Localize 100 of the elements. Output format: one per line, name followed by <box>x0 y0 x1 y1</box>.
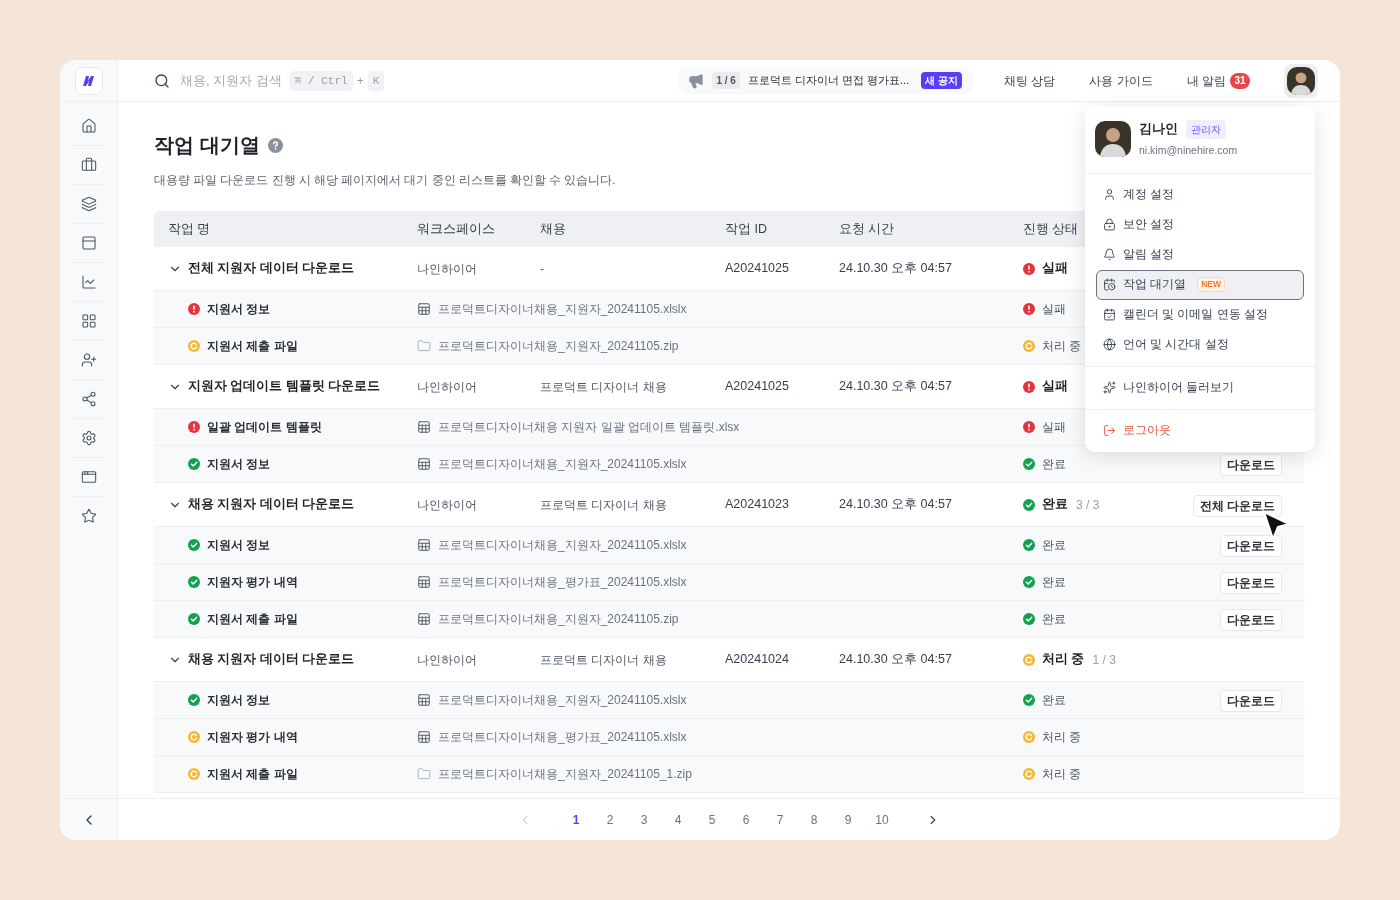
user-icon <box>1103 188 1116 202</box>
menu-item[interactable]: 언어 및 시간대 설정 <box>1096 329 1304 360</box>
column-header: 진행 상태 <box>1023 220 1079 238</box>
avatar <box>1095 121 1131 158</box>
sparkles-icon <box>1103 381 1116 395</box>
menu-item[interactable]: 보안 설정 <box>1096 209 1304 240</box>
table-cell-text: 프로덕트 디자이너 채용 <box>540 378 668 396</box>
file-name: 프로덕트디자이너채용_지원자_20241105.zip <box>438 611 679 629</box>
shortcut-joiner: + <box>356 72 364 90</box>
page-button[interactable]: 5 <box>702 810 722 829</box>
table-cell-text: 24.10.30 오후 04:57 <box>839 260 953 278</box>
table-cell-text: 프로덕트 디자이너 채용 <box>540 496 668 514</box>
nav-link[interactable]: 내 알림 31 <box>1186 71 1250 90</box>
menu-item[interactable]: 계정 설정 <box>1096 179 1304 210</box>
globe-icon <box>1103 338 1116 352</box>
status-label: 처리 중 <box>1042 729 1082 747</box>
window-icon <box>80 469 97 485</box>
app-logo[interactable] <box>74 66 103 95</box>
status-label: 실패 <box>1042 301 1066 319</box>
status-label: 완료 <box>1042 611 1066 629</box>
page-button[interactable]: 6 <box>736 810 756 829</box>
file-name: 프로덕트디자이너채용_평가표_20241105.xlslx <box>438 729 687 747</box>
lock-icon <box>1103 218 1116 232</box>
menu-item[interactable]: 로그아웃 <box>1096 415 1304 446</box>
page-button[interactable]: 10 <box>872 810 892 829</box>
status-label: 완료 <box>1042 537 1066 555</box>
file-task-name: 지원서 제출 파일 <box>207 338 298 356</box>
column-header: 작업 명 <box>168 220 211 238</box>
file-name: 프로덕트디자이너채용_지원자_20241105.zip <box>438 338 679 356</box>
table-cell-text: A20241025 <box>725 378 790 396</box>
status-label: 완료 <box>1042 574 1066 592</box>
notice-bar[interactable]: 1 / 6 프로덕트 디자이너 면접 평가표... 새 공지 <box>678 67 972 94</box>
shortcut-key: ⌘ / Ctrl <box>289 70 353 91</box>
page-button[interactable]: 2 <box>600 810 620 829</box>
download-button[interactable]: 다운로드 <box>1220 535 1282 558</box>
page-button[interactable]: 1 <box>566 810 586 829</box>
status-label: 처리 중 <box>1042 651 1085 669</box>
table-cell-text: 프로덕트 디자이너 채용 <box>540 651 668 669</box>
page-button[interactable]: 7 <box>770 810 790 829</box>
home-icon <box>80 118 97 134</box>
layers-icon <box>80 196 97 212</box>
page-button[interactable]: 9 <box>838 810 858 829</box>
menu-item[interactable]: 작업 대기열 NEW <box>1096 269 1304 300</box>
page-description: 대용량 파일 다운로드 진행 시 해당 페이지에서 대기 중인 리스트를 확인할 수 있습니다. <box>154 173 617 188</box>
download-button[interactable]: 전체 다운로드 <box>1192 494 1282 517</box>
table-cell-text: 나인하이어 <box>417 496 478 514</box>
calendar-check-icon <box>1103 308 1116 322</box>
table-cell-text: 나인하이어 <box>417 260 478 278</box>
menu-item[interactable]: 캘린더 및 이메일 연동 설정 <box>1096 299 1304 330</box>
user-email: ni.kim@ninehire.com <box>1139 143 1238 158</box>
progress-count: 1 / 3 <box>1092 651 1116 669</box>
shortcut-key: K <box>367 70 385 91</box>
new-badge: NEW <box>1197 277 1226 293</box>
menu-item[interactable]: 나인하이어 둘러보기 <box>1096 372 1304 403</box>
profile-button[interactable] <box>1284 63 1318 98</box>
column-header: 작업 ID <box>725 220 767 238</box>
table-cell-text: 24.10.30 오후 04:57 <box>839 378 953 396</box>
logout-icon <box>1103 424 1116 438</box>
file-task-name: 지원자 평가 내역 <box>207 729 298 747</box>
table-cell-text: A20241023 <box>725 496 790 514</box>
file-name: 프로덕트디자이너채용 지원자 일괄 업데이트 템플릿.xlsx <box>438 419 740 437</box>
user-name: 김나인 <box>1139 121 1178 139</box>
briefcase-icon <box>80 157 97 173</box>
table-cell-text: 나인하이어 <box>417 651 478 669</box>
download-button[interactable]: 다운로드 <box>1220 690 1282 713</box>
line-chart-icon <box>80 274 97 290</box>
status-label: 완료 <box>1042 496 1068 514</box>
table-cell-text: A20241025 <box>725 260 790 278</box>
task-name: 채용 지원자 데이터 다운로드 <box>188 651 355 669</box>
user-plus-icon <box>80 352 97 368</box>
bell-icon <box>1103 248 1116 262</box>
notice-text: 프로덕트 디자이너 면접 평가표... <box>747 73 910 89</box>
status-label: 완료 <box>1042 456 1066 474</box>
file-name: 프로덕트디자이너채용_지원자_20241105.xlslx <box>438 537 687 555</box>
table-cell-text: - <box>540 260 545 278</box>
notice-counter: 1 / 6 <box>712 72 740 89</box>
file-task-name: 지원서 정보 <box>207 456 271 474</box>
file-task-name: 지원서 제출 파일 <box>207 611 298 629</box>
status-label: 처리 중 <box>1042 766 1082 784</box>
page-button[interactable]: 4 <box>668 810 688 829</box>
file-task-name: 지원서 정보 <box>207 692 271 710</box>
download-button[interactable]: 다운로드 <box>1220 609 1282 632</box>
download-button[interactable]: 다운로드 <box>1220 454 1282 477</box>
help-icon[interactable] <box>267 137 283 153</box>
file-task-name: 지원서 제출 파일 <box>207 766 298 784</box>
avatar <box>1287 66 1315 95</box>
file-task-name: 지원서 정보 <box>207 301 271 319</box>
task-name: 채용 지원자 데이터 다운로드 <box>188 496 355 514</box>
grid-icon <box>80 313 97 329</box>
status-label: 처리 중 <box>1042 338 1082 356</box>
nav-link[interactable]: 사용 가이드 <box>1089 71 1153 90</box>
page-button[interactable]: 8 <box>804 810 824 829</box>
role-badge: 관리자 <box>1186 120 1226 139</box>
file-name: 프로덕트디자이너채용_지원자_20241105_1.zip <box>438 766 692 784</box>
download-button[interactable]: 다운로드 <box>1220 572 1282 595</box>
status-label: 완료 <box>1042 692 1066 710</box>
page-button[interactable]: 3 <box>634 810 654 829</box>
progress-count: 3 / 3 <box>1076 496 1100 514</box>
nav-link[interactable]: 채팅 상담 <box>1003 71 1056 90</box>
page-title: 작업 대기열 <box>154 133 260 158</box>
